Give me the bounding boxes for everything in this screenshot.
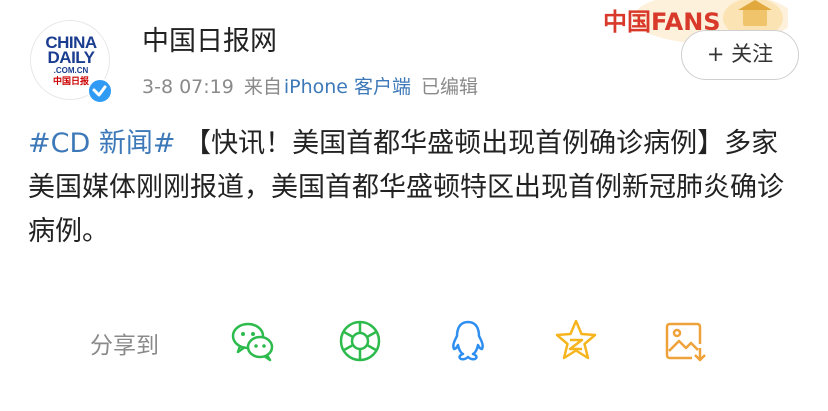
verified-badge-icon [87, 78, 113, 104]
topic-hashtag-link[interactable]: #CD 新闻# [28, 128, 175, 159]
post-date: 3-8 07:19 [142, 76, 234, 98]
qq-icon[interactable] [445, 318, 491, 364]
save-image-icon[interactable] [662, 318, 708, 364]
moments-icon[interactable] [337, 318, 383, 364]
edited-label[interactable]: 已编辑 [421, 76, 478, 98]
wechat-icon[interactable] [230, 318, 276, 364]
qzone-icon[interactable] [553, 318, 599, 364]
share-label: 分享到 [90, 333, 159, 359]
follow-button[interactable]: + 关注 [681, 30, 799, 80]
username[interactable]: 中国日报网 [142, 25, 277, 59]
post-content: #CD 新闻# 【快讯！美国首都华盛顿出现首例确诊病例】多家美国媒体刚刚报道，美… [28, 122, 804, 254]
source-prefix: 来自 [243, 76, 282, 98]
post-meta: 3-8 07:19 来自 iPhone 客户端 已编辑 [142, 75, 488, 99]
source-client-link[interactable]: iPhone 客户端 [284, 76, 411, 98]
